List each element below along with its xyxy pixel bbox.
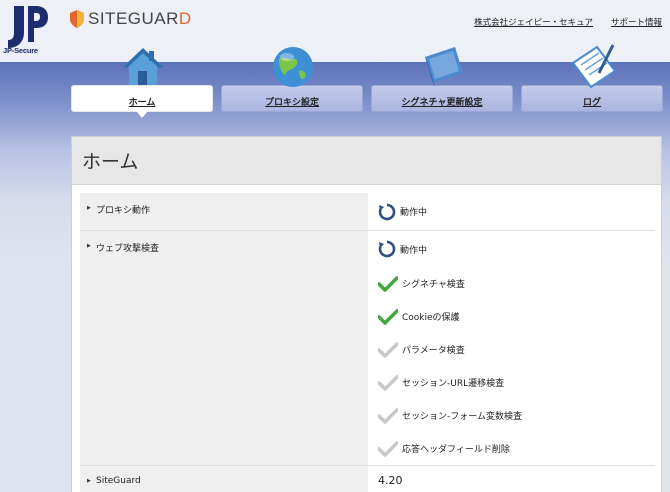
check-item-cookie: Cookieの保護 (378, 300, 655, 333)
check-item-session-url: セッション-URL遷移検査 (378, 366, 655, 399)
checkmark-icon (378, 275, 398, 292)
jp-secure-logo-text: JP-Secure (3, 46, 38, 55)
company-link[interactable]: 株式会社ジェイピー・セキュア (474, 16, 593, 28)
checkmark-disabled-icon (378, 440, 398, 457)
checkmark-disabled-icon (378, 407, 398, 424)
row-label-web-attack: ウェブ攻撃検査 (80, 231, 368, 465)
table-row: SiteGuard 4.20 (80, 466, 655, 492)
table-row: プロキシ動作 動作中 (80, 193, 655, 231)
checkmark-disabled-icon (378, 341, 398, 358)
checkmark-disabled-icon (378, 374, 398, 391)
check-item-session-form: セッション-フォーム変数検査 (378, 399, 655, 432)
status-table: プロキシ動作 動作中 ウェブ攻撃検査 (80, 193, 655, 492)
shield-icon (70, 10, 84, 28)
check-item-signature: シグネチャ検査 (378, 267, 655, 300)
check-item-parameter: パラメータ検査 (378, 333, 655, 366)
support-link[interactable]: サポート情報 (611, 16, 662, 28)
header-links: 株式会社ジェイピー・セキュア サポート情報 (474, 16, 662, 28)
siteguard-logo: SITEGUARD (70, 9, 192, 29)
version-value: 4.20 (378, 474, 403, 487)
tab-log-label: ログ (582, 98, 601, 108)
refresh-icon (378, 203, 396, 220)
active-tab-pointer (136, 111, 148, 118)
page-title: ホーム (72, 137, 661, 185)
table-row: ウェブ攻撃検査 動作中 シグネチャ検査 (80, 231, 655, 466)
house-icon (123, 48, 163, 85)
tab-proxy-settings-label: プロキシ設定 (264, 98, 319, 108)
tab-home[interactable]: ホーム (71, 48, 213, 118)
brand-prefix: SITEGUAR (88, 9, 179, 28)
tab-home-label: ホーム (128, 98, 156, 108)
checkmark-icon (378, 308, 398, 325)
tab-signature-update[interactable]: シグネチャ更新設定 (371, 47, 513, 112)
brand-suffix: D (178, 9, 192, 28)
row-label-proxy: プロキシ動作 (80, 193, 368, 230)
notepad-icon (571, 44, 617, 89)
globe-icon (273, 47, 313, 87)
binder-icon (425, 47, 463, 87)
tab-log[interactable]: ログ (521, 44, 663, 112)
row-label-siteguard: SiteGuard (80, 466, 368, 492)
main-tabs: ホーム プロキシ設定 シグネチャ更新設定 ログ (71, 44, 663, 118)
web-attack-status: 動作中 (378, 231, 655, 267)
tab-signature-update-label: シグネチャ更新設定 (401, 98, 483, 108)
tab-proxy-settings[interactable]: プロキシ設定 (221, 47, 363, 112)
refresh-icon (378, 240, 396, 258)
check-item-response-header: 応答ヘッダフィールド削除 (378, 432, 655, 465)
main-panel: ホーム プロキシ動作 動作中 ウェブ攻撃検査 (71, 136, 662, 492)
proxy-status: 動作中 (378, 195, 655, 228)
